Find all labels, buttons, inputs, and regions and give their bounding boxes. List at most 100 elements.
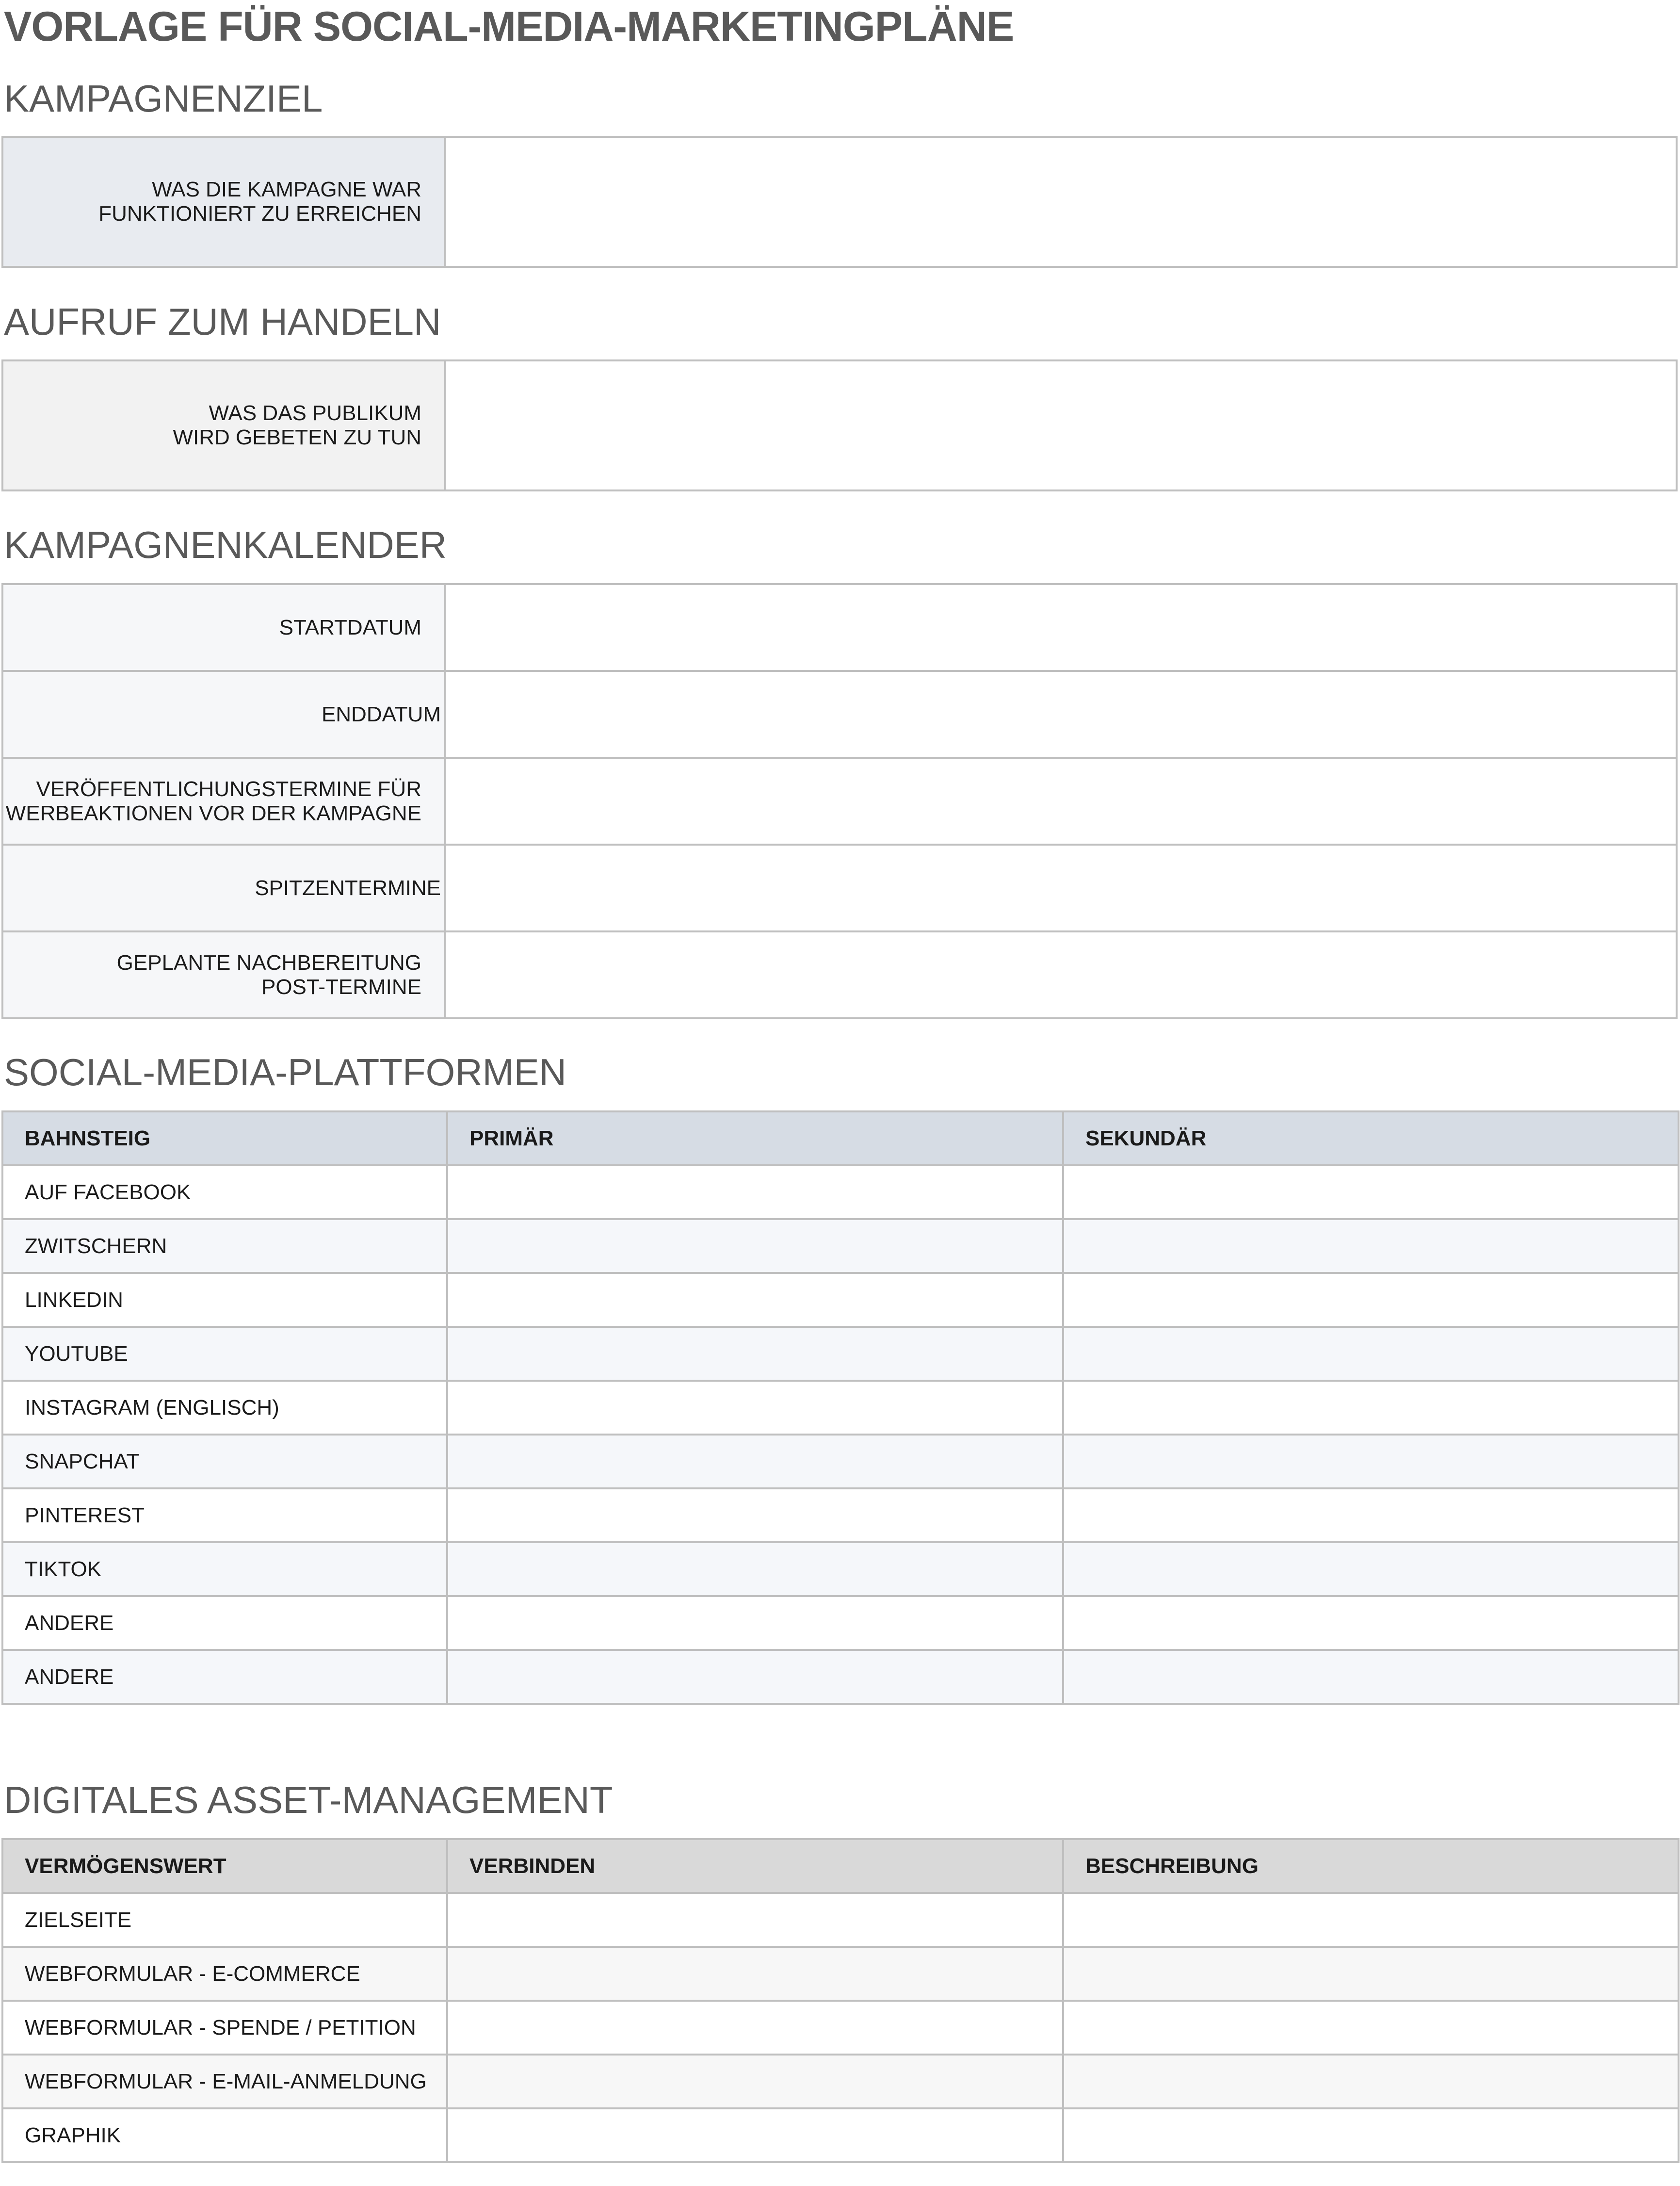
- table-row: ANDERE: [1, 1649, 1680, 1705]
- section-heading-assets: DIGITALES ASSET-MANAGEMENT: [4, 1778, 613, 1821]
- secondary-cell[interactable]: [1062, 1649, 1680, 1705]
- platform-name: LINKEDIN: [1, 1272, 448, 1328]
- table-row: AUF FACEBOOK: [1, 1164, 1680, 1220]
- platform-name: PINTEREST: [1, 1487, 448, 1543]
- column-header-description: BESCHREIBUNG: [1062, 1838, 1680, 1894]
- secondary-cell[interactable]: [1062, 1272, 1680, 1328]
- section-heading-platforms: SOCIAL-MEDIA-PLATTFORMEN: [4, 1051, 566, 1093]
- calendar-row-label: STARTDATUM: [1, 583, 446, 672]
- primary-cell[interactable]: [446, 1380, 1064, 1436]
- campaign-goal-label: WAS DIE KAMPAGNE WAR FUNKTIONIERT ZU ERR…: [1, 136, 446, 268]
- link-cell[interactable]: [446, 2054, 1064, 2109]
- call-to-action-label: WAS DAS PUBLIKUM WIRD GEBETEN ZU TUN: [1, 359, 446, 491]
- calendar-row-label: SPITZENTERMINE: [1, 844, 446, 932]
- platforms-table: BAHNSTEIG PRIMÄR SEKUNDÄR AUF FACEBOOK Z…: [1, 1110, 1680, 1705]
- section-heading-campaign-goal: KAMPAGNENZIEL: [4, 77, 323, 120]
- calendar-label-promo-dates: VERÖFFENTLICHUNGSTERMINE FÜR: [36, 777, 421, 801]
- description-cell[interactable]: [1062, 2000, 1680, 2055]
- calendar-row-label: GEPLANTE NACHBEREITUNG POST-TERMINE: [1, 930, 446, 1019]
- primary-cell[interactable]: [446, 1434, 1064, 1489]
- call-to-action-label-line1: WAS DAS PUBLIKUM: [209, 401, 421, 425]
- secondary-cell[interactable]: [1062, 1326, 1680, 1382]
- platform-name: ANDERE: [1, 1649, 448, 1705]
- end-date-input[interactable]: [444, 670, 1678, 759]
- description-cell[interactable]: [1062, 1892, 1680, 1948]
- description-cell[interactable]: [1062, 2107, 1680, 2163]
- primary-cell[interactable]: [446, 1541, 1064, 1597]
- calendar-row-label: ENDDATUM: [1, 670, 446, 759]
- table-row: WEBFORMULAR - E-COMMERCE: [1, 1946, 1680, 2002]
- table-row: LINKEDIN: [1, 1272, 1680, 1328]
- platform-name: ZWITSCHERN: [1, 1218, 448, 1274]
- primary-cell[interactable]: [446, 1326, 1064, 1382]
- description-cell[interactable]: [1062, 1946, 1680, 2002]
- secondary-cell[interactable]: [1062, 1380, 1680, 1436]
- campaign-goal-label-line2: FUNKTIONIERT ZU ERREICHEN: [98, 202, 421, 226]
- platform-name: TIKTOK: [1, 1541, 448, 1597]
- calendar-row-label: VERÖFFENTLICHUNGSTERMINE FÜR WERBEAKTION…: [1, 757, 446, 846]
- platform-name: SNAPCHAT: [1, 1434, 448, 1489]
- call-to-action-table: WAS DAS PUBLIKUM WIRD GEBETEN ZU TUN: [1, 359, 1678, 491]
- table-row: WEBFORMULAR - SPENDE / PETITION: [1, 2000, 1680, 2055]
- primary-cell[interactable]: [446, 1164, 1064, 1220]
- peak-dates-input[interactable]: [444, 844, 1678, 932]
- platform-name: YOUTUBE: [1, 1326, 448, 1382]
- table-row: YOUTUBE: [1, 1326, 1680, 1382]
- column-header-secondary: SEKUNDÄR: [1062, 1110, 1680, 1166]
- secondary-cell[interactable]: [1062, 1487, 1680, 1543]
- column-header-primary: PRIMÄR: [446, 1110, 1064, 1166]
- calendar-label-peak-dates: SPITZENTERMINE: [255, 876, 441, 900]
- description-cell[interactable]: [1062, 2054, 1680, 2109]
- calendar-label-line2: POST-TERMINE: [261, 975, 421, 999]
- table-row: ZIELSEITE: [1, 1892, 1680, 1948]
- asset-name: WEBFORMULAR - E-MAIL-ANMELDUNG: [1, 2054, 448, 2109]
- page-title: VORLAGE FÜR SOCIAL-MEDIA-MARKETINGPLÄNE: [4, 3, 1014, 50]
- column-header-asset: VERMÖGENSWERT: [1, 1838, 448, 1894]
- asset-name: ZIELSEITE: [1, 1892, 448, 1948]
- column-header-link: VERBINDEN: [446, 1838, 1064, 1894]
- table-row: INSTAGRAM (ENGLISCH): [1, 1380, 1680, 1436]
- table-row: SNAPCHAT: [1, 1434, 1680, 1489]
- calendar-table: STARTDATUM ENDDATUM VERÖFFENTLICHUNGSTER…: [1, 583, 1678, 1019]
- call-to-action-input[interactable]: [444, 359, 1678, 491]
- section-heading-calendar: KAMPAGNENKALENDER: [4, 523, 447, 566]
- link-cell[interactable]: [446, 2000, 1064, 2055]
- secondary-cell[interactable]: [1062, 1434, 1680, 1489]
- table-row: TIKTOK: [1, 1541, 1680, 1597]
- secondary-cell[interactable]: [1062, 1164, 1680, 1220]
- table-row: ANDERE: [1, 1595, 1680, 1651]
- campaign-goal-table: WAS DIE KAMPAGNE WAR FUNKTIONIERT ZU ERR…: [1, 136, 1678, 268]
- start-date-input[interactable]: [444, 583, 1678, 672]
- link-cell[interactable]: [446, 1946, 1064, 2002]
- asset-name: WEBFORMULAR - E-COMMERCE: [1, 1946, 448, 2002]
- secondary-cell[interactable]: [1062, 1541, 1680, 1597]
- primary-cell[interactable]: [446, 1649, 1064, 1705]
- calendar-label-followup: GEPLANTE NACHBEREITUNG: [116, 950, 421, 975]
- platform-name: INSTAGRAM (ENGLISCH): [1, 1380, 448, 1436]
- table-row: PINTEREST: [1, 1487, 1680, 1543]
- table-row: WEBFORMULAR - E-MAIL-ANMELDUNG: [1, 2054, 1680, 2109]
- calendar-label-line2: WERBEAKTIONEN VOR DER KAMPAGNE: [5, 801, 421, 825]
- primary-cell[interactable]: [446, 1487, 1064, 1543]
- secondary-cell[interactable]: [1062, 1595, 1680, 1651]
- secondary-cell[interactable]: [1062, 1218, 1680, 1274]
- primary-cell[interactable]: [446, 1218, 1064, 1274]
- link-cell[interactable]: [446, 2107, 1064, 2163]
- primary-cell[interactable]: [446, 1272, 1064, 1328]
- primary-cell[interactable]: [446, 1595, 1064, 1651]
- column-header-platform: BAHNSTEIG: [1, 1110, 448, 1166]
- campaign-goal-input[interactable]: [444, 136, 1678, 268]
- section-heading-call-to-action: AUFRUF ZUM HANDELN: [4, 300, 441, 343]
- calendar-label-end-date: ENDDATUM: [321, 702, 441, 726]
- platform-name: ANDERE: [1, 1595, 448, 1651]
- asset-name: WEBFORMULAR - SPENDE / PETITION: [1, 2000, 448, 2055]
- asset-name: GRAPHIK: [1, 2107, 448, 2163]
- link-cell[interactable]: [446, 1892, 1064, 1948]
- campaign-goal-label-line1: WAS DIE KAMPAGNE WAR: [152, 178, 421, 201]
- assets-table: VERMÖGENSWERT VERBINDEN BESCHREIBUNG ZIE…: [1, 1838, 1680, 2163]
- promo-dates-input[interactable]: [444, 757, 1678, 846]
- call-to-action-label-line2: WIRD GEBETEN ZU TUN: [173, 425, 421, 449]
- followup-dates-input[interactable]: [444, 930, 1678, 1019]
- platform-name: AUF FACEBOOK: [1, 1164, 448, 1220]
- calendar-label-start-date: STARTDATUM: [279, 615, 421, 639]
